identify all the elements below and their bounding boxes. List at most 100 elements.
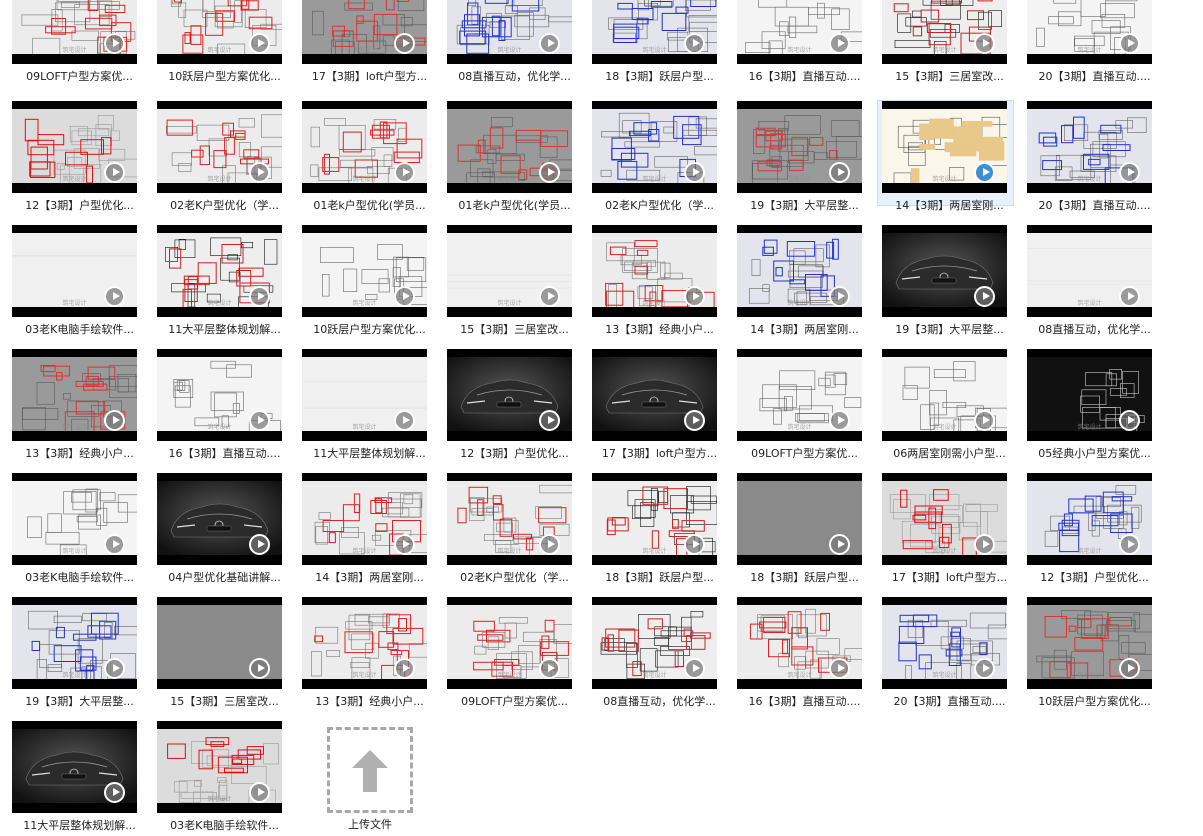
play-icon[interactable] bbox=[684, 410, 705, 431]
video-thumbnail[interactable]: 筑宅设计 bbox=[737, 101, 862, 193]
video-file-item[interactable]: 筑宅设计 03老K电脑手绘软件... bbox=[12, 473, 147, 584]
video-file-item[interactable]: 12【3期】户型优化... bbox=[447, 349, 582, 460]
play-icon[interactable] bbox=[974, 162, 995, 183]
video-file-item[interactable]: 筑宅设计 10跃层户型方案优化... bbox=[1027, 597, 1162, 708]
video-thumbnail[interactable]: 筑宅设计 bbox=[12, 349, 137, 441]
play-icon[interactable] bbox=[1119, 658, 1140, 679]
play-icon[interactable] bbox=[684, 534, 705, 555]
video-thumbnail[interactable]: 筑宅设计 bbox=[12, 597, 137, 689]
play-icon[interactable] bbox=[829, 33, 850, 54]
video-thumbnail[interactable]: 筑宅设计 bbox=[302, 349, 427, 441]
play-icon[interactable] bbox=[104, 534, 125, 555]
play-icon[interactable] bbox=[249, 286, 270, 307]
video-file-item[interactable]: 筑宅设计 01老k户型优化(学员... bbox=[447, 101, 582, 212]
play-icon[interactable] bbox=[249, 162, 270, 183]
play-icon[interactable] bbox=[394, 534, 415, 555]
video-thumbnail[interactable]: 筑宅设计 bbox=[157, 349, 282, 441]
video-file-item[interactable]: 筑宅设计 13【3期】经典小户... bbox=[12, 349, 147, 460]
video-thumbnail[interactable]: 筑宅设计 bbox=[1027, 101, 1152, 193]
play-icon[interactable] bbox=[539, 534, 560, 555]
video-file-item[interactable]: 筑宅设计 16【3期】直播互动.... bbox=[737, 597, 872, 708]
video-file-item[interactable]: 筑宅设计 18【3期】跃层户型... bbox=[592, 0, 727, 104]
video-file-item[interactable]: 筑宅设计 08直播互动，优化学... bbox=[447, 0, 582, 104]
play-icon[interactable] bbox=[829, 658, 850, 679]
video-file-item[interactable]: 筑宅设计 20【3期】直播互动.... bbox=[1027, 101, 1162, 212]
video-thumbnail[interactable] bbox=[157, 597, 282, 689]
video-file-item[interactable]: 筑宅设计 02老K户型优化（学... bbox=[157, 101, 292, 212]
video-thumbnail[interactable]: 筑宅设计 bbox=[157, 0, 282, 64]
video-thumbnail[interactable]: 筑宅设计 bbox=[882, 473, 1007, 565]
video-thumbnail[interactable]: 筑宅设计 bbox=[737, 597, 862, 689]
video-thumbnail[interactable]: 筑宅设计 bbox=[592, 473, 717, 565]
play-icon[interactable] bbox=[974, 33, 995, 54]
video-thumbnail[interactable]: 筑宅设计 bbox=[592, 0, 717, 64]
upload-button[interactable] bbox=[327, 727, 413, 813]
video-file-item[interactable]: 11大平层整体规划解... bbox=[12, 721, 147, 832]
video-file-item[interactable]: 04户型优化基础讲解... bbox=[157, 473, 292, 584]
video-thumbnail[interactable]: 筑宅设计 bbox=[302, 101, 427, 193]
video-file-item[interactable]: 筑宅设计 14【3期】两居室刚... bbox=[302, 473, 437, 584]
video-thumbnail[interactable]: 筑宅设计 bbox=[302, 225, 427, 317]
play-icon[interactable] bbox=[394, 410, 415, 431]
video-file-item[interactable]: 筑宅设计 09LOFT户型方案优... bbox=[447, 597, 582, 708]
video-file-item[interactable]: 19【3期】大平层整... bbox=[882, 225, 1017, 336]
video-file-item[interactable]: 17【3期】loft户型方... bbox=[592, 349, 727, 460]
video-thumbnail[interactable]: 筑宅设计 bbox=[12, 473, 137, 565]
play-icon[interactable] bbox=[684, 658, 705, 679]
play-icon[interactable] bbox=[684, 162, 705, 183]
video-thumbnail[interactable]: 筑宅设计 bbox=[737, 225, 862, 317]
play-icon[interactable] bbox=[974, 658, 995, 679]
video-file-item[interactable]: 筑宅设计 01老k户型优化(学员... bbox=[302, 101, 437, 212]
play-icon[interactable] bbox=[1119, 33, 1140, 54]
video-file-item[interactable]: 筑宅设计 10跃层户型方案优化... bbox=[302, 225, 437, 336]
play-icon[interactable] bbox=[1119, 534, 1140, 555]
video-file-item[interactable]: 筑宅设计 10跃层户型方案优化... bbox=[157, 0, 292, 104]
video-thumbnail[interactable]: 筑宅设计 bbox=[447, 0, 572, 64]
video-thumbnail[interactable]: 筑宅设计 bbox=[447, 225, 572, 317]
video-file-item[interactable]: 筑宅设计 17【3期】loft户型方... bbox=[302, 0, 437, 104]
video-thumbnail[interactable]: 筑宅设计 bbox=[157, 225, 282, 317]
video-thumbnail[interactable]: 筑宅设计 bbox=[12, 101, 137, 193]
video-thumbnail[interactable]: 筑宅设计 bbox=[882, 101, 1007, 193]
video-thumbnail[interactable]: 筑宅设计 bbox=[447, 597, 572, 689]
play-icon[interactable] bbox=[394, 658, 415, 679]
video-file-item[interactable]: 筑宅设计 15【3期】三居室改... bbox=[882, 0, 1017, 104]
video-thumbnail[interactable]: 筑宅设计 bbox=[12, 0, 137, 64]
video-file-item[interactable]: 筑宅设计 02老K户型优化（学... bbox=[592, 101, 727, 212]
video-thumbnail[interactable]: 筑宅设计 bbox=[157, 721, 282, 813]
video-file-item[interactable]: 筑宅设计 02老K户型优化（学... bbox=[447, 473, 582, 584]
video-thumbnail[interactable]: 筑宅设计 bbox=[447, 473, 572, 565]
play-icon[interactable] bbox=[974, 286, 995, 307]
play-icon[interactable] bbox=[539, 658, 560, 679]
video-file-item[interactable]: 筑宅设计 09LOFT户型方案优... bbox=[12, 0, 147, 104]
play-icon[interactable] bbox=[249, 782, 270, 803]
video-file-item[interactable]: 筑宅设计 19【3期】大平层整... bbox=[12, 597, 147, 708]
video-file-item[interactable]: 15【3期】三居室改... bbox=[157, 597, 292, 708]
video-thumbnail[interactable] bbox=[592, 349, 717, 441]
play-icon[interactable] bbox=[394, 33, 415, 54]
video-file-item[interactable]: 筑宅设计 13【3期】经典小户... bbox=[592, 225, 727, 336]
play-icon[interactable] bbox=[394, 286, 415, 307]
video-thumbnail[interactable] bbox=[737, 473, 862, 565]
play-icon[interactable] bbox=[974, 534, 995, 555]
video-file-item[interactable]: 筑宅设计 09LOFT户型方案优... bbox=[737, 349, 872, 460]
video-thumbnail[interactable]: 筑宅设计 bbox=[592, 101, 717, 193]
video-thumbnail[interactable]: 筑宅设计 bbox=[302, 473, 427, 565]
play-icon[interactable] bbox=[104, 658, 125, 679]
video-file-item[interactable]: 筑宅设计 08直播互动，优化学... bbox=[1027, 225, 1162, 336]
video-file-item[interactable]: 筑宅设计 06两居室刚需小户型... bbox=[882, 349, 1017, 460]
video-file-item[interactable]: 筑宅设计 11大平层整体规划解... bbox=[157, 225, 292, 336]
play-icon[interactable] bbox=[104, 410, 125, 431]
video-file-item[interactable]: 筑宅设计 17【3期】loft户型方... bbox=[882, 473, 1017, 584]
video-thumbnail[interactable]: 筑宅设计 bbox=[592, 225, 717, 317]
play-icon[interactable] bbox=[539, 33, 560, 54]
play-icon[interactable] bbox=[684, 33, 705, 54]
video-thumbnail[interactable]: 筑宅设计 bbox=[302, 597, 427, 689]
video-file-item[interactable]: 筑宅设计 12【3期】户型优化... bbox=[1027, 473, 1162, 584]
video-thumbnail[interactable]: 筑宅设计 bbox=[1027, 349, 1152, 441]
video-file-item[interactable]: 筑宅设计 19【3期】大平层整... bbox=[737, 101, 872, 212]
video-file-item[interactable]: 筑宅设计 03老K电脑手绘软件... bbox=[12, 225, 147, 336]
video-thumbnail[interactable]: 筑宅设计 bbox=[1027, 597, 1152, 689]
video-thumbnail[interactable]: 筑宅设计 bbox=[882, 349, 1007, 441]
play-icon[interactable] bbox=[539, 162, 560, 183]
